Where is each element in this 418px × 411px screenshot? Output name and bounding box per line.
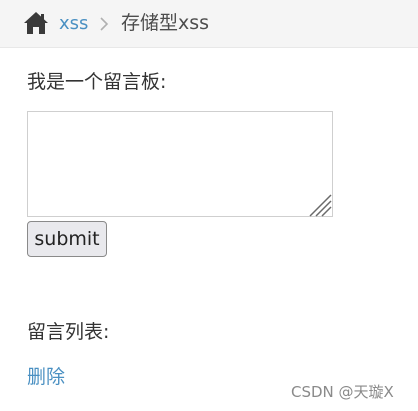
message-board-title: 我是一个留言板:: [27, 71, 167, 93]
message-textarea[interactable]: [27, 111, 333, 217]
delete-link[interactable]: 删除: [27, 365, 65, 389]
home-icon[interactable]: [23, 11, 49, 35]
watermark: CSDN @天璇X: [291, 383, 394, 401]
submit-button[interactable]: submit: [27, 221, 107, 257]
message-list-title: 留言列表:: [27, 321, 110, 343]
breadcrumb-link-xss[interactable]: xss: [59, 13, 88, 35]
resize-handle-icon[interactable]: [308, 193, 332, 217]
breadcrumb-current: 存储型xss: [121, 12, 210, 34]
breadcrumb: xss 存储型xss: [0, 0, 418, 48]
chevron-right-icon: [98, 15, 110, 33]
